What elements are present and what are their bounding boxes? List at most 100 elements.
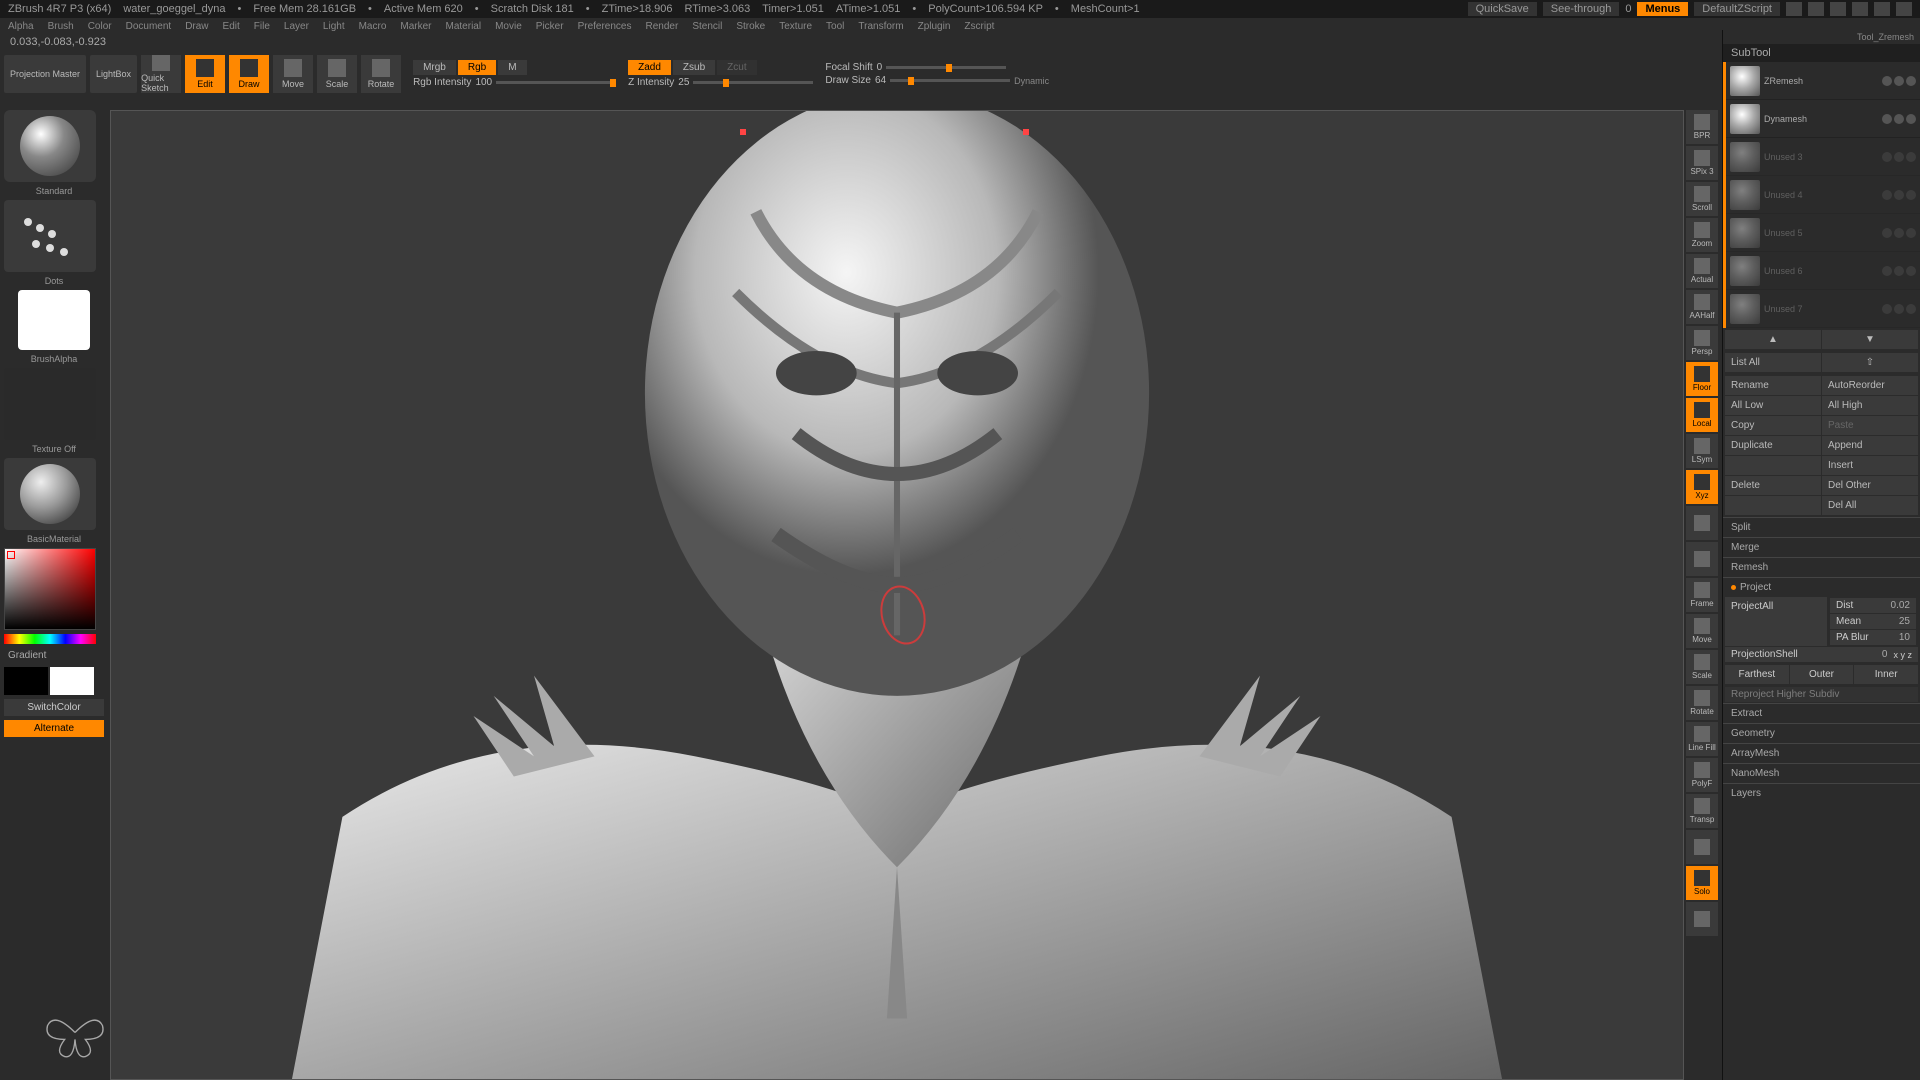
shelf-polyf[interactable]: PolyF	[1686, 758, 1718, 792]
paint-icon[interactable]	[1894, 228, 1904, 238]
shelf-frame[interactable]: Frame	[1686, 578, 1718, 612]
menu-edit[interactable]: Edit	[223, 21, 240, 32]
append-button[interactable]: Append	[1822, 436, 1918, 455]
texture-thumbnail[interactable]	[4, 368, 96, 440]
menu-picker[interactable]: Picker	[536, 21, 564, 32]
autoreorder-button[interactable]: AutoReorder	[1822, 376, 1918, 395]
shelf-local[interactable]: Local	[1686, 398, 1718, 432]
pa-blur-slider[interactable]: PA Blur10	[1830, 630, 1916, 645]
shelf-solo[interactable]: Solo	[1686, 866, 1718, 900]
copy-button[interactable]: Copy	[1725, 416, 1821, 435]
visibility-icon[interactable]	[1882, 228, 1892, 238]
shelf-line-fill[interactable]: Line Fill	[1686, 722, 1718, 756]
menu-zscript[interactable]: Zscript	[964, 21, 994, 32]
switch-color-button[interactable]: SwitchColor	[4, 699, 104, 716]
rgb-chip[interactable]: Rgb	[458, 60, 496, 75]
layers-section[interactable]: Layers	[1723, 783, 1920, 803]
paste-button[interactable]: Paste	[1822, 416, 1918, 435]
menu-zplugin[interactable]: Zplugin	[918, 21, 951, 32]
outer-button[interactable]: Outer	[1790, 665, 1854, 684]
gradient-label[interactable]: Gradient	[4, 648, 104, 663]
window-icon-3[interactable]	[1830, 2, 1846, 16]
visibility-icon[interactable]	[1882, 304, 1892, 314]
del-all-button[interactable]: Del All	[1822, 496, 1918, 515]
eye-icon[interactable]	[1906, 76, 1916, 86]
subtool-row[interactable]: Dynamesh	[1726, 100, 1920, 138]
menu-macro[interactable]: Macro	[359, 21, 387, 32]
project-all-button[interactable]: ProjectAll	[1725, 597, 1827, 646]
eye-icon[interactable]	[1906, 228, 1916, 238]
primary-color[interactable]	[50, 667, 94, 695]
geometry-section[interactable]: Geometry	[1723, 723, 1920, 743]
delete-button[interactable]: Delete	[1725, 476, 1821, 495]
menu-file[interactable]: File	[254, 21, 270, 32]
paint-icon[interactable]	[1894, 76, 1904, 86]
default-script[interactable]: DefaultZScript	[1694, 2, 1780, 16]
all-low-button[interactable]: All Low	[1725, 396, 1821, 415]
lightbox-button[interactable]: LightBox	[90, 55, 137, 93]
seethrough-label[interactable]: See-through	[1543, 2, 1620, 16]
eye-icon[interactable]	[1906, 304, 1916, 314]
merge-section[interactable]: Merge	[1723, 537, 1920, 557]
move-button[interactable]: Move	[273, 55, 313, 93]
nanomesh-section[interactable]: NanoMesh	[1723, 763, 1920, 783]
shelf-xyz[interactable]: Xyz	[1686, 470, 1718, 504]
extract-section[interactable]: Extract	[1723, 703, 1920, 723]
paint-icon[interactable]	[1894, 190, 1904, 200]
menu-texture[interactable]: Texture	[779, 21, 812, 32]
subtool-down-button[interactable]: ▼	[1822, 330, 1918, 349]
shelf-spix-3[interactable]: SPix 3	[1686, 146, 1718, 180]
visibility-icon[interactable]	[1882, 190, 1892, 200]
z-intensity-slider[interactable]: Z Intensity 25	[628, 77, 813, 88]
visibility-icon[interactable]	[1882, 152, 1892, 162]
shelf-btn-20[interactable]	[1686, 830, 1718, 864]
zsub-chip[interactable]: Zsub	[673, 60, 715, 75]
menu-layer[interactable]: Layer	[284, 21, 309, 32]
menu-brush[interactable]: Brush	[48, 21, 74, 32]
menu-alpha[interactable]: Alpha	[8, 21, 34, 32]
menu-stencil[interactable]: Stencil	[692, 21, 722, 32]
insert-button[interactable]: Insert	[1822, 456, 1918, 475]
menu-transform[interactable]: Transform	[858, 21, 903, 32]
remesh-section[interactable]: Remesh	[1723, 557, 1920, 577]
shelf-actual[interactable]: Actual	[1686, 254, 1718, 288]
list-all-button[interactable]: List All	[1725, 353, 1821, 372]
alternate-button[interactable]: Alternate	[4, 720, 104, 737]
shelf-rotate[interactable]: Rotate	[1686, 686, 1718, 720]
brush-thumbnail[interactable]	[4, 110, 96, 182]
shelf-scale[interactable]: Scale	[1686, 650, 1718, 684]
scale-button[interactable]: Scale	[317, 55, 357, 93]
shelf-transp[interactable]: Transp	[1686, 794, 1718, 828]
subtool-row[interactable]: Unused 7	[1726, 290, 1920, 328]
zcut-chip[interactable]: Zcut	[717, 60, 756, 75]
quicksave-button[interactable]: QuickSave	[1468, 2, 1537, 16]
shelf-persp[interactable]: Persp	[1686, 326, 1718, 360]
menu-light[interactable]: Light	[323, 21, 345, 32]
material-thumbnail[interactable]	[4, 458, 96, 530]
hue-bar[interactable]	[4, 634, 96, 644]
focal-shift-slider[interactable]: Focal Shift 0	[825, 62, 1049, 73]
paint-icon[interactable]	[1894, 114, 1904, 124]
arraymesh-section[interactable]: ArrayMesh	[1723, 743, 1920, 763]
rgb-intensity-slider[interactable]: Rgb Intensity 100	[413, 77, 616, 88]
rename-button[interactable]: Rename	[1725, 376, 1821, 395]
eye-icon[interactable]	[1906, 114, 1916, 124]
secondary-color[interactable]	[4, 667, 48, 695]
eye-icon[interactable]	[1906, 152, 1916, 162]
eye-icon[interactable]	[1906, 266, 1916, 276]
m-chip[interactable]: M	[498, 60, 526, 75]
duplicate-button[interactable]: Duplicate	[1725, 436, 1821, 455]
menu-stroke[interactable]: Stroke	[736, 21, 765, 32]
menu-movie[interactable]: Movie	[495, 21, 522, 32]
shelf-lsym[interactable]: LSym	[1686, 434, 1718, 468]
menu-tool[interactable]: Tool	[826, 21, 844, 32]
menu-color[interactable]: Color	[88, 21, 112, 32]
stroke-thumbnail[interactable]	[4, 200, 96, 272]
subtool-row[interactable]: Unused 6	[1726, 252, 1920, 290]
color-picker[interactable]	[4, 548, 96, 630]
zadd-chip[interactable]: Zadd	[628, 60, 671, 75]
visibility-icon[interactable]	[1882, 266, 1892, 276]
shelf-aahalf[interactable]: AAHalf	[1686, 290, 1718, 324]
shelf-scroll[interactable]: Scroll	[1686, 182, 1718, 216]
paint-icon[interactable]	[1894, 152, 1904, 162]
